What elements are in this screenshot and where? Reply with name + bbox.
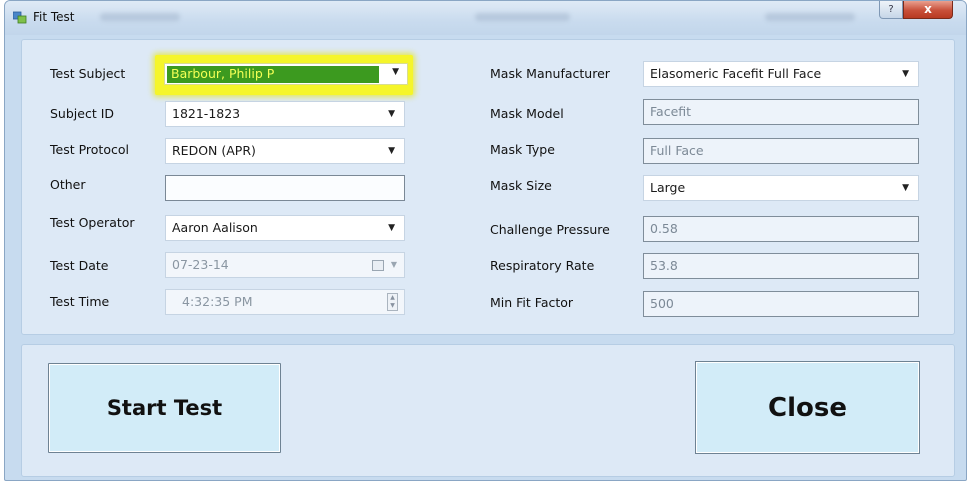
chevron-down-icon[interactable]: ▼	[902, 176, 909, 200]
test-operator-combo[interactable]: Aaron Aalison ▼	[165, 215, 405, 241]
chevron-down-icon[interactable]: ▼	[388, 216, 395, 240]
spin-up-icon[interactable]: ▲	[388, 294, 397, 302]
subject-id-value: 1821-1823	[172, 106, 241, 121]
window-title: Fit Test	[33, 10, 75, 24]
test-subject-label: Test Subject	[50, 66, 126, 81]
test-protocol-combo[interactable]: REDON (APR) ▼	[165, 138, 405, 164]
blurred-title-area	[100, 13, 180, 21]
close-button[interactable]: Close	[695, 361, 920, 454]
mask-model-field: Facefit	[643, 99, 919, 125]
chevron-down-icon[interactable]: ▼	[388, 139, 395, 163]
test-subject-combo[interactable]: Barbour, Philip P ▼	[164, 63, 408, 85]
test-date-picker[interactable]: 07-23-14 ▼	[165, 252, 405, 278]
respiratory-rate-label: Respiratory Rate	[490, 258, 595, 273]
respiratory-rate-field: 53.8	[643, 253, 919, 279]
mask-size-combo[interactable]: Large ▼	[643, 175, 919, 201]
test-time-picker[interactable]: 4:32:35 PM ▲ ▼	[165, 289, 405, 315]
window-close-button[interactable]: x	[903, 1, 953, 19]
mask-manufacturer-label: Mask Manufacturer	[490, 66, 610, 81]
help-button[interactable]: ?	[879, 1, 903, 19]
mask-type-field: Full Face	[643, 138, 919, 164]
app-icon	[13, 11, 27, 24]
min-fit-factor-field: 500	[643, 291, 919, 317]
chevron-down-icon[interactable]: ▼	[902, 62, 909, 86]
test-protocol-value: REDON (APR)	[172, 143, 256, 158]
calendar-icon[interactable]	[372, 260, 384, 271]
blurred-title-area	[475, 13, 570, 21]
test-subject-highlight: Barbour, Philip P ▼	[155, 55, 413, 95]
test-operator-label: Test Operator	[50, 215, 135, 230]
other-input[interactable]	[165, 175, 405, 201]
mask-size-value: Large	[650, 180, 686, 195]
min-fit-factor-label: Min Fit Factor	[490, 295, 574, 310]
mask-model-label: Mask Model	[490, 106, 564, 121]
time-spinner[interactable]: ▲ ▼	[387, 293, 398, 311]
test-time-label: Test Time	[50, 294, 110, 309]
blurred-title-area	[765, 13, 855, 21]
test-operator-value: Aaron Aalison	[172, 220, 258, 235]
other-label: Other	[50, 177, 86, 192]
title-bar[interactable]: Fit Test ? x	[5, 1, 966, 35]
chevron-down-icon[interactable]: ▼	[391, 253, 397, 277]
subject-id-label: Subject ID	[50, 106, 115, 121]
challenge-pressure-field: 0.58	[643, 216, 919, 242]
test-time-value: 4:32:35 PM	[182, 294, 253, 309]
mask-type-label: Mask Type	[490, 142, 555, 157]
challenge-pressure-label: Challenge Pressure	[490, 222, 610, 237]
chevron-down-icon[interactable]: ▼	[392, 67, 399, 77]
test-date-label: Test Date	[50, 258, 109, 273]
spin-down-icon[interactable]: ▼	[388, 302, 397, 310]
mask-manufacturer-value: Elasomeric Facefit Full Face	[650, 66, 822, 81]
mask-manufacturer-combo[interactable]: Elasomeric Facefit Full Face ▼	[643, 61, 919, 87]
subject-id-combo[interactable]: 1821-1823 ▼	[165, 101, 405, 127]
chevron-down-icon[interactable]: ▼	[388, 102, 395, 126]
test-date-value: 07-23-14	[172, 257, 229, 272]
test-subject-value: Barbour, Philip P	[167, 66, 379, 83]
start-test-button[interactable]: Start Test	[48, 363, 281, 453]
mask-size-label: Mask Size	[490, 178, 552, 193]
test-protocol-label: Test Protocol	[50, 142, 129, 157]
